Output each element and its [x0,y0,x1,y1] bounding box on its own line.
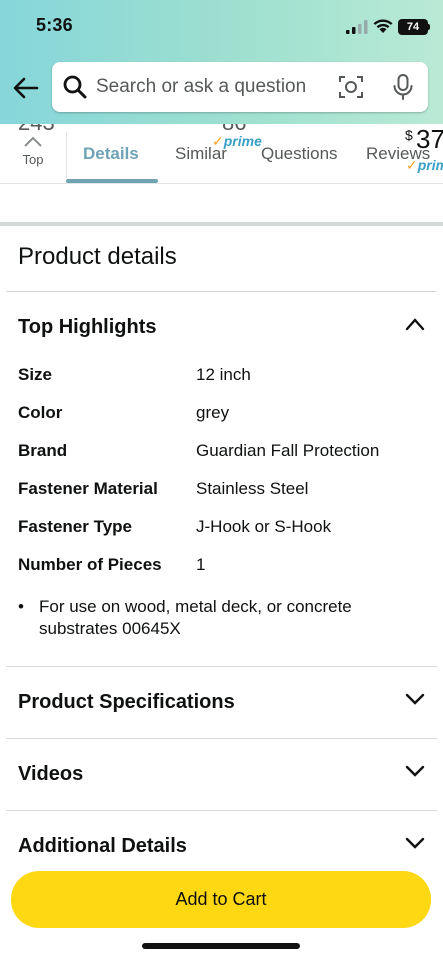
status-bar: 5:36 74 [0,0,443,54]
tab-questions[interactable]: Questions [261,144,338,164]
search-icon [63,75,87,99]
tab-details[interactable]: Details [83,144,139,164]
spec-value: grey [196,403,230,422]
prime-check-icon: ✓ [406,157,418,173]
spec-key: Fastener Type [18,517,133,536]
spec-value: 1 [196,555,206,574]
spec-key: Size [18,365,53,384]
divider [6,738,437,739]
divider [6,810,437,811]
top-header: 5:36 74 Search or ask a question [0,0,443,124]
spec-key: Number of Pieces [18,555,162,574]
bullet-dot: • [18,597,24,616]
top-label: Top [22,152,44,167]
spec-row: Fastener Material Stainless Steel [18,479,438,503]
videos-title: Videos [18,763,84,785]
prime-badge: ✓prime [212,133,262,149]
chevron-down-icon[interactable] [404,764,426,778]
price-currency: $ [405,127,413,143]
chevron-up-icon[interactable] [404,317,426,331]
wifi-icon [373,19,393,33]
feature-bullet-text: For use on wood, metal deck, or concrete… [39,597,352,638]
search-bar[interactable]: Search or ask a question [52,62,428,112]
section-tabs: 243 86 Top Details Similar Questions Rev… [0,124,443,184]
spec-value: J-Hook or S-Hook [196,517,332,536]
divider [6,666,437,667]
chevron-down-icon[interactable] [404,836,426,850]
spec-key: Color [18,403,63,422]
home-indicator [142,943,300,949]
spec-row: Size 12 inch [18,365,438,389]
spec-row: Brand Guardian Fall Protection [18,441,438,465]
prime-badge-2: ✓prim [406,157,443,173]
spec-value: 12 inch [196,365,251,384]
add-to-cart-button[interactable]: Add to Cart [11,871,431,928]
spec-value: Guardian Fall Protection [196,441,380,460]
chevron-up-icon [24,136,42,147]
top-highlights-title: Top Highlights [18,316,157,338]
spec-key: Fastener Material [18,479,158,498]
battery-indicator: 74 [398,19,428,35]
status-time: 5:36 [36,15,73,35]
active-tab-indicator [66,179,158,183]
scroll-to-top-button[interactable]: Top [10,132,56,178]
spec-row: Fastener Type J-Hook or S-Hook [18,517,438,541]
tab-divider [66,132,67,178]
price-value: 37 [416,124,443,154]
spec-key: Brand [18,441,68,460]
microphone-icon[interactable] [390,73,416,101]
prime-check-icon: ✓ [212,133,224,149]
cellular-signal-icon [346,20,368,34]
divider [6,291,437,292]
product-details-title: Product details [18,243,177,270]
additional-details-title: Additional Details [18,835,187,857]
spec-row: Color grey [18,403,438,427]
back-arrow-icon[interactable] [12,74,40,102]
spec-value: Stainless Steel [196,479,309,498]
section-separator [0,222,443,226]
chevron-down-icon[interactable] [404,692,426,706]
search-input[interactable]: Search or ask a question [96,76,306,98]
camera-lens-icon[interactable] [338,74,364,100]
product-specifications-title: Product Specifications [18,691,235,713]
battery-tip [428,24,430,30]
spec-row: Number of Pieces 1 [18,555,438,579]
